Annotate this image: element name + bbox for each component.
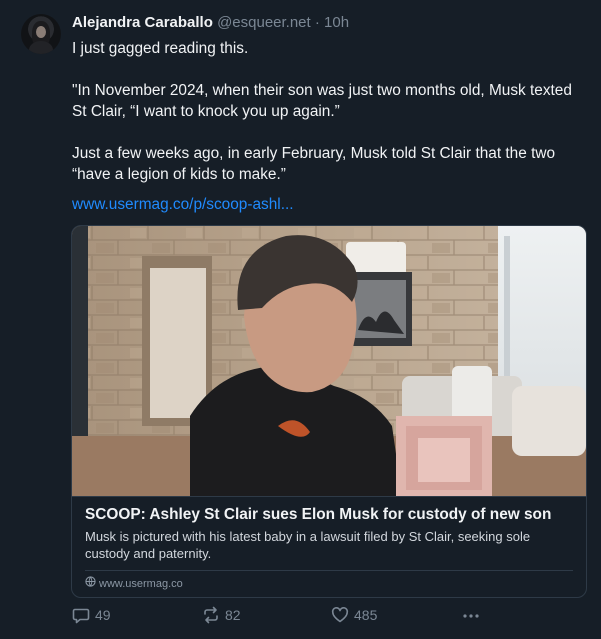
card-thumbnail-image [72,226,586,496]
like-count: 485 [354,607,378,623]
post-text: I just gagged reading this. "In November… [72,38,582,185]
card-body: SCOOP: Ashley St Clair sues Elon Musk fo… [72,496,586,597]
post-paragraph: I just gagged reading this. [72,40,249,57]
ellipsis-icon [461,607,481,625]
like-button[interactable]: 485 [331,606,377,624]
card-title[interactable]: SCOOP: Ashley St Clair sues Elon Musk fo… [85,505,551,525]
post-timestamp[interactable]: 10h [324,14,349,31]
post: Alejandra Caraballo @esqueer.net · 10h I… [0,0,601,639]
speech-bubble-icon [72,606,90,624]
globe-icon [85,576,96,591]
author-handle[interactable]: @esqueer.net [217,14,311,31]
repost-arrows-icon [202,606,220,624]
repost-button[interactable]: 82 [202,606,241,624]
link-preview-card[interactable]: SCOOP: Ashley St Clair sues Elon Musk fo… [71,225,587,598]
header-separator: · [314,14,320,31]
card-domain: www.usermag.co [85,576,183,591]
repost-count: 82 [225,607,241,623]
author-avatar[interactable] [21,14,61,54]
card-description: Musk is pictured with his latest baby in… [85,529,531,561]
card-domain-text: www.usermag.co [99,577,183,590]
more-options-button[interactable] [461,607,481,625]
reply-count: 49 [95,607,111,623]
author-name[interactable]: Alejandra Caraballo [72,14,213,31]
post-link[interactable]: www.usermag.co/p/scoop-ashl... [72,194,294,215]
card-divider [85,570,573,571]
heart-icon [331,606,349,624]
post-header: Alejandra Caraballo @esqueer.net · 10h [72,13,349,33]
reply-button[interactable]: 49 [72,606,111,624]
post-paragraph: "In November 2024, when their son was ju… [72,82,572,120]
post-paragraph: Just a few weeks ago, in early February,… [72,145,556,183]
post-actions: 49 82 485 [72,606,492,628]
